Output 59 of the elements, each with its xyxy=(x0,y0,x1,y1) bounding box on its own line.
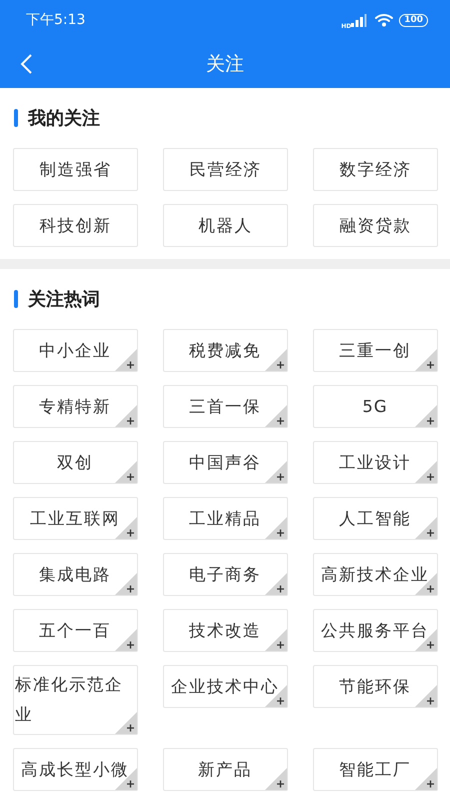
topic-tag[interactable]: 技术改造 xyxy=(163,609,288,652)
add-corner-icon xyxy=(265,349,287,371)
topic-tag[interactable]: 中小企业 xyxy=(13,329,138,372)
add-corner-icon xyxy=(415,405,437,427)
section-marker xyxy=(14,290,18,308)
topic-tag[interactable]: 标准化示范企业 xyxy=(13,665,138,735)
add-corner-icon xyxy=(265,573,287,595)
topic-tag[interactable]: 工业设计 xyxy=(313,441,438,484)
battery-icon: 100 xyxy=(399,14,428,26)
page-title: 关注 xyxy=(206,52,244,77)
wifi-icon xyxy=(375,13,394,27)
topic-tag[interactable]: 民营经济 xyxy=(163,148,288,191)
topic-tag[interactable]: 中国声谷 xyxy=(163,441,288,484)
topic-tag[interactable]: 工业互联网 xyxy=(13,497,138,540)
topic-tag[interactable]: 公共服务平台 xyxy=(313,609,438,652)
topic-tag[interactable]: 三重一创 xyxy=(313,329,438,372)
topic-tag[interactable]: 数字经济 xyxy=(313,148,438,191)
add-corner-icon xyxy=(115,461,137,483)
topic-tag[interactable]: 企业技术中心 xyxy=(163,665,288,708)
section-title: 我的关注 xyxy=(28,107,100,130)
add-corner-icon xyxy=(265,461,287,483)
topic-tag[interactable]: 工业精品 xyxy=(163,497,288,540)
topic-tag[interactable]: 融资贷款 xyxy=(313,204,438,247)
topic-tag[interactable]: 节能环保 xyxy=(313,665,438,708)
topic-tag[interactable]: 智能工厂 xyxy=(313,748,438,791)
topic-tag[interactable]: 新产品 xyxy=(163,748,288,791)
add-corner-icon xyxy=(265,768,287,790)
topic-tag[interactable]: 人工智能 xyxy=(313,497,438,540)
add-corner-icon xyxy=(115,573,137,595)
status-time: 下午5:13 xyxy=(26,11,86,29)
add-corner-icon xyxy=(415,349,437,371)
add-corner-icon xyxy=(115,712,137,734)
section-marker xyxy=(14,109,18,127)
topic-tag[interactable]: 五个一百 xyxy=(13,609,138,652)
topic-tag[interactable]: 双创 xyxy=(13,441,138,484)
topic-tag[interactable]: 5G xyxy=(313,385,438,428)
topic-tag[interactable]: 高新技术企业 xyxy=(313,553,438,596)
add-corner-icon xyxy=(415,517,437,539)
signal-icon xyxy=(351,14,370,26)
section-title: 关注热词 xyxy=(28,288,100,311)
topic-tag[interactable]: 专精特新 xyxy=(13,385,138,428)
add-corner-icon xyxy=(265,405,287,427)
topic-tag[interactable]: 集成电路 xyxy=(13,553,138,596)
topic-tag[interactable]: 电子商务 xyxy=(163,553,288,596)
add-corner-icon xyxy=(115,405,137,427)
topic-tag[interactable]: 税费减免 xyxy=(163,329,288,372)
add-corner-icon xyxy=(415,768,437,790)
topic-tag[interactable]: 制造强省 xyxy=(13,148,138,191)
add-corner-icon xyxy=(415,685,437,707)
add-corner-icon xyxy=(265,517,287,539)
add-corner-icon xyxy=(115,517,137,539)
add-corner-icon xyxy=(415,461,437,483)
add-corner-icon xyxy=(115,349,137,371)
topic-tag[interactable]: 高成长型小微 xyxy=(13,748,138,791)
topic-tag[interactable]: 机器人 xyxy=(163,204,288,247)
topic-tag[interactable]: 三首一保 xyxy=(163,385,288,428)
topic-tag[interactable]: 科技创新 xyxy=(13,204,138,247)
add-corner-icon xyxy=(265,629,287,651)
add-corner-icon xyxy=(115,629,137,651)
